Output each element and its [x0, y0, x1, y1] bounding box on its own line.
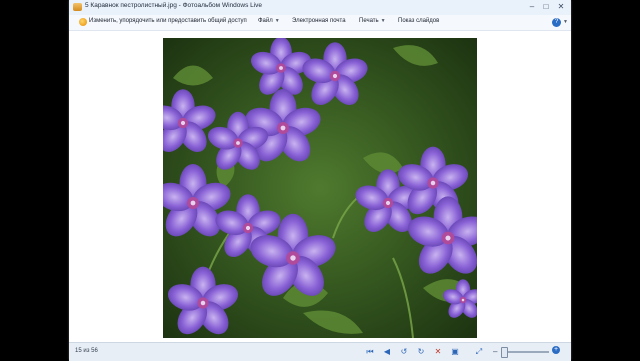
fix-icon	[79, 18, 87, 26]
window-title: 5 Каравнок пестролистный.jpg - Фотоальбо…	[85, 2, 263, 9]
menu-bar: Изменить, упорядочить или предоставить о…	[69, 15, 571, 31]
photo-viewer-window: 5 Каравнок пестролистный.jpg - Фотоальбо…	[69, 0, 571, 361]
chevron-down-icon: ▼	[380, 18, 386, 24]
close-button[interactable]: ✕	[554, 2, 568, 12]
zoom-slider-track[interactable]	[505, 351, 549, 353]
menu-slideshow[interactable]: Показ слайдов	[398, 18, 439, 24]
title-bar: 5 Каравнок пестролистный.jpg - Фотоальбо…	[69, 0, 571, 16]
status-bar: 15 из 56 ⏮ ◀ ↺ ↻ ✕ ▣ ⤢ – +	[69, 342, 571, 361]
menu-print-label: Печать	[359, 18, 379, 24]
photo-icon	[163, 38, 477, 338]
menu-email-label: Электронная почта	[292, 18, 346, 24]
delete-button[interactable]: ✕	[433, 347, 443, 357]
menu-file[interactable]: Файл ▼	[258, 18, 280, 24]
rotate-right-button[interactable]: ↻	[416, 347, 426, 357]
first-image-button[interactable]: ⏮	[365, 347, 375, 357]
actual-size-button[interactable]: ⤢	[474, 347, 484, 357]
maximize-button[interactable]: □	[539, 2, 553, 12]
previous-image-button[interactable]: ◀	[382, 347, 392, 357]
zoom-out-button[interactable]: –	[493, 347, 497, 356]
rotate-left-button[interactable]: ↺	[399, 347, 409, 357]
page-counter: 15 из 56	[75, 348, 98, 354]
image-view-area	[69, 31, 571, 342]
zoom-in-button[interactable]: +	[552, 346, 560, 354]
menu-print[interactable]: Печать ▼	[359, 18, 386, 24]
menu-file-label: Файл	[258, 18, 273, 24]
chevron-down-icon: ▼	[274, 18, 280, 24]
photo-image	[163, 38, 477, 338]
menu-fix-organize-share[interactable]: Изменить, упорядочить или предоставить о…	[89, 18, 247, 24]
zoom-slider-thumb[interactable]	[501, 347, 508, 358]
menu-email[interactable]: Электронная почта	[292, 18, 346, 24]
chevron-down-icon[interactable]: ▼	[563, 19, 568, 25]
minimize-button[interactable]: –	[525, 2, 539, 12]
app-icon	[73, 3, 82, 11]
menu-slideshow-label: Показ слайдов	[398, 18, 440, 24]
help-icon[interactable]: ?	[552, 18, 561, 27]
slideshow-button[interactable]: ▣	[450, 347, 460, 357]
